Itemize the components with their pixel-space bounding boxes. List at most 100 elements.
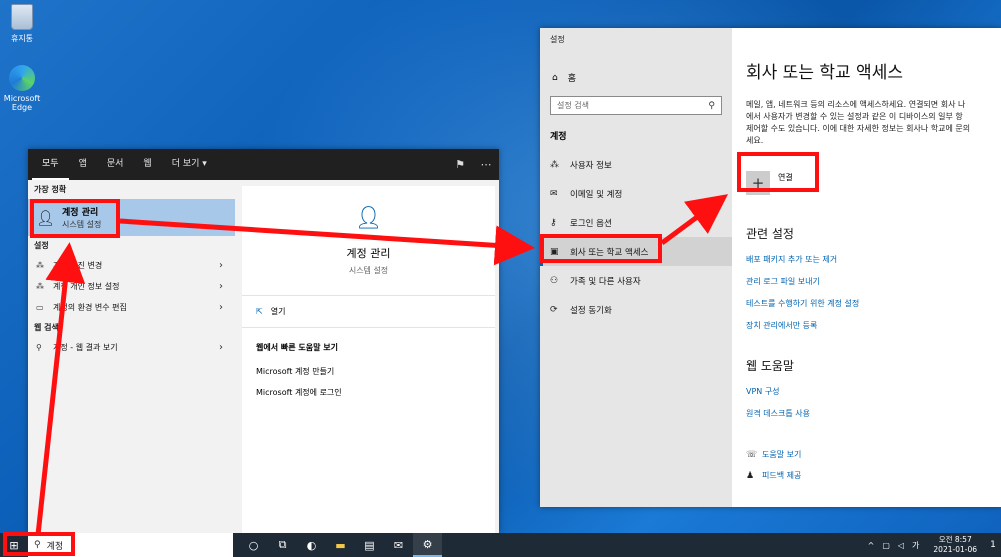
- file-explorer-icon[interactable]: ▬: [326, 533, 355, 557]
- chevron-up-icon[interactable]: ^: [868, 541, 875, 550]
- mail-icon[interactable]: ✉: [384, 533, 413, 557]
- cortana-icon[interactable]: ○: [239, 533, 268, 557]
- desktop-icon-label: Microsoft Edge: [3, 94, 41, 112]
- settings-content: 회사 또는 학교 액세스 메일, 앱, 네트워크 등의 리소스에 액세스하세요.…: [732, 28, 1001, 507]
- nav-label: 회사 또는 학교 액세스: [570, 247, 649, 258]
- settings-icon[interactable]: ⚙: [413, 533, 442, 557]
- search-query: 계정: [46, 541, 64, 552]
- ime-indicator[interactable]: 가: [912, 540, 919, 551]
- result-privacy-settings[interactable]: ⁂ 계정 개인 정보 설정 ›: [28, 276, 235, 297]
- start-button[interactable]: ⊞: [0, 533, 28, 557]
- get-help-label: 도움말 보기: [762, 450, 802, 459]
- network-icon[interactable]: ▢: [882, 541, 890, 550]
- result-label: 계정 개인 정보 설정: [53, 282, 120, 291]
- desktop-icon-label: 휴지통: [10, 34, 34, 43]
- search-placeholder: 설정 검색: [557, 101, 589, 110]
- home-label: 홈: [567, 74, 576, 84]
- related-settings-heading: 관련 설정: [746, 227, 794, 241]
- nav-label: 가족 및 다른 사용자: [570, 276, 641, 287]
- give-feedback-link[interactable]: ♟ 피드백 제공: [746, 470, 1001, 481]
- chevron-right-icon: ›: [219, 260, 223, 271]
- nav-family-users[interactable]: ⚇ 가족 및 다른 사용자: [540, 266, 732, 295]
- web-help-link[interactable]: 원격 데스크톱 사용: [746, 408, 1001, 419]
- help-icon: ☏: [746, 449, 758, 460]
- windows-icon: ⊞: [9, 538, 19, 552]
- related-link[interactable]: 관리 로그 파일 보내기: [746, 276, 1001, 287]
- tab-more[interactable]: 더 보기 ▾: [162, 149, 217, 180]
- web-help-heading: 웹 도움말: [746, 359, 794, 373]
- open-action[interactable]: ⇱ 열기: [242, 296, 495, 328]
- web-help-heading: 웹에서 빠른 도움말 보기: [256, 343, 338, 352]
- desktop-edge[interactable]: Microsoft Edge: [0, 65, 44, 112]
- nav-work-school-access[interactable]: ▣ 회사 또는 학교 액세스: [540, 237, 732, 266]
- window-title: 설정: [550, 35, 565, 44]
- start-search-panel: 모두 앱 문서 웹 더 보기 ▾ ⚑ ⋯ 가장 정확 👤︎ 계정 관리 시스템 …: [28, 149, 499, 533]
- page-title: 회사 또는 학교 액세스: [746, 63, 903, 83]
- volume-icon[interactable]: ◁: [898, 541, 904, 550]
- account-icon: 👤︎: [354, 206, 383, 231]
- task-view-icon[interactable]: ⧉: [268, 533, 297, 557]
- settings-heading: 설정: [34, 241, 49, 250]
- clock[interactable]: 오전 8:57 2021-01-06: [933, 535, 977, 555]
- web-help-link[interactable]: Microsoft 계정 만들기: [242, 361, 495, 382]
- account-icon: ⁂: [36, 261, 44, 270]
- home-nav[interactable]: ⌂ 홈: [540, 51, 732, 85]
- give-feedback-label: 피드백 제공: [762, 471, 802, 480]
- web-help-link[interactable]: VPN 구성: [746, 386, 1001, 397]
- nav-label: 로그인 옵션: [570, 218, 612, 229]
- account-icon: 👤︎: [36, 208, 56, 227]
- tab-documents[interactable]: 문서: [97, 149, 134, 180]
- nav-sync-settings[interactable]: ⟳ 설정 동기화: [540, 295, 732, 324]
- settings-search-input[interactable]: 설정 검색 ⚲: [550, 96, 722, 115]
- related-link[interactable]: 장치 관리에서만 등록: [746, 320, 1001, 331]
- more-options-icon[interactable]: ⋯: [473, 158, 499, 171]
- get-help-link[interactable]: ☏ 도움말 보기: [746, 449, 1001, 460]
- web-help-link[interactable]: Microsoft 계정에 로그인: [242, 382, 495, 403]
- taskbar-search-box[interactable]: ⚲ 계정: [28, 533, 233, 557]
- store-icon[interactable]: ▤: [355, 533, 384, 557]
- connect-label: 연결: [778, 172, 793, 182]
- nav-label: 이메일 및 계정: [570, 189, 623, 200]
- best-match-heading: 가장 정확: [34, 185, 67, 194]
- chevron-right-icon: ›: [219, 302, 223, 313]
- result-env-variables[interactable]: ▭ 계정의 환경 변수 편집 ›: [28, 297, 235, 318]
- tab-web[interactable]: 웹: [133, 149, 161, 180]
- plus-icon: +: [746, 171, 770, 195]
- nav-sign-in-options[interactable]: ⚷ 로그인 옵션: [540, 208, 732, 237]
- nav-your-info[interactable]: ⁂ 사용자 정보: [540, 150, 732, 179]
- tab-all[interactable]: 모두: [32, 149, 69, 180]
- person-add-icon: ⚇: [550, 275, 559, 286]
- category-heading: 계정: [550, 132, 567, 142]
- desktop-recycle-bin[interactable]: 휴지통: [0, 4, 44, 44]
- related-link[interactable]: 배포 패키지 추가 또는 제거: [746, 254, 1001, 265]
- edge-icon: [9, 65, 35, 91]
- result-change-photo[interactable]: ⁂ 계정 사진 변경 ›: [28, 255, 235, 276]
- result-preview-pane: 👤︎ 계정 관리 시스템 설정 ⇱ 열기 웹에서 빠른 도움말 보기 Micro…: [242, 186, 495, 533]
- system-tray: ^ ▢ ◁ 가 오전 8:57 2021-01-06 1: [864, 535, 1001, 555]
- related-link[interactable]: 테스트를 수행하기 위한 계정 설정: [746, 298, 1001, 309]
- feedback-icon[interactable]: ⚑: [447, 158, 473, 171]
- chevron-right-icon: ›: [219, 281, 223, 292]
- connect-button[interactable]: + 연결: [746, 167, 818, 199]
- nav-email-accounts[interactable]: ✉ 이메일 및 계정: [540, 179, 732, 208]
- tab-apps[interactable]: 앱: [69, 149, 97, 180]
- page-description: 메일, 앱, 네트워크 등의 리소스에 액세스하세요. 연결되면 회사 나 에서…: [746, 100, 971, 145]
- result-label: 계정 - 웹 결과 보기: [53, 343, 118, 352]
- notification-badge[interactable]: 1: [985, 540, 1001, 550]
- mail-icon: ✉: [550, 188, 558, 199]
- person-card-icon: ⁂: [550, 159, 559, 170]
- home-icon: ⌂: [552, 72, 558, 83]
- key-icon: ⚷: [550, 217, 557, 228]
- search-icon: ⚲: [34, 540, 41, 550]
- edge-icon[interactable]: ◐: [297, 533, 326, 557]
- nav-label: 설정 동기화: [570, 305, 612, 316]
- account-icon: ⁂: [36, 282, 44, 291]
- sync-icon: ⟳: [550, 304, 558, 315]
- search-icon: ⚲: [708, 100, 715, 111]
- clock-date: 2021-01-06: [933, 545, 977, 554]
- best-match-item[interactable]: 👤︎ 계정 관리 시스템 설정: [28, 199, 235, 236]
- preview-title: 계정 관리: [346, 247, 391, 260]
- result-web-search[interactable]: ⚲ 계정 - 웹 결과 보기 ›: [28, 337, 235, 358]
- web-search-heading: 웹 검색: [34, 323, 59, 332]
- result-label: 계정 사진 변경: [53, 261, 103, 270]
